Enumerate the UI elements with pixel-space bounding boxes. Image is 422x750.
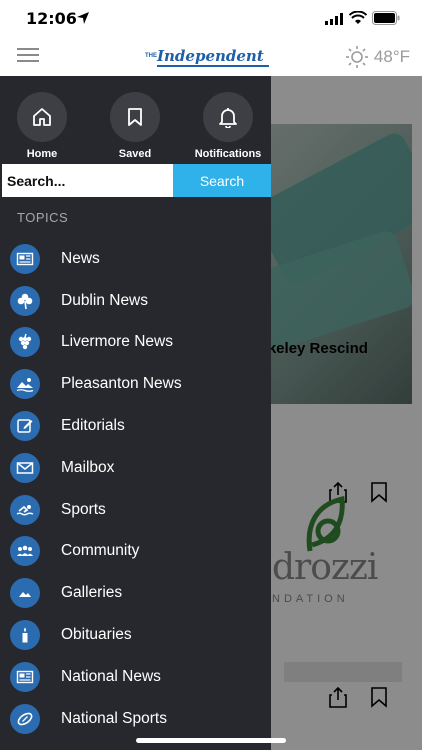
home-label: Home [26, 148, 58, 160]
topic-item-dublin-news[interactable]: Dublin News [0, 280, 271, 322]
candle-icon [22, 627, 28, 643]
signal-icon [325, 13, 343, 25]
topic-label: Galleries [61, 584, 123, 602]
bell-icon [219, 108, 237, 128]
topic-label: Sports [61, 500, 106, 518]
wifi-icon [349, 11, 367, 24]
topics-heading: TOPICS [17, 210, 69, 225]
saved-label: Saved [118, 148, 152, 160]
saved-button[interactable]: Saved [95, 92, 175, 160]
home-icon [33, 108, 51, 126]
topic-item-galleries[interactable]: Galleries [0, 572, 271, 614]
home-indicator[interactable] [136, 738, 286, 743]
navigation-drawer: Home Saved Notifications Search TOPICS N… [0, 76, 271, 750]
image-icon [19, 592, 31, 598]
location-arrow-icon [77, 12, 89, 24]
app-header: THE Independent 48°F [0, 38, 422, 76]
topic-label: National News [61, 667, 161, 685]
topic-item-editorials[interactable]: Editorials [0, 405, 271, 447]
weather-widget: 48°F [345, 46, 410, 68]
newspaper-icon [16, 670, 34, 684]
topic-label: Livermore News [61, 333, 173, 351]
landscape-icon [16, 378, 34, 393]
search-input[interactable] [2, 164, 173, 197]
grapes-icon [18, 334, 32, 350]
topic-item-pleasanton-news[interactable]: Pleasanton News [0, 363, 271, 405]
topic-item-national-news[interactable]: National News [0, 656, 271, 698]
topic-item-mailbox[interactable]: Mailbox [0, 447, 271, 489]
search-button[interactable]: Search [173, 164, 271, 197]
topic-label: Community [61, 542, 140, 560]
hamburger-menu-icon[interactable] [17, 48, 39, 64]
bookmark-icon [128, 108, 142, 126]
topics-list: News Dublin News Livermore News Pleasant… [0, 238, 271, 740]
sun-icon [345, 46, 368, 68]
topic-item-livermore-news[interactable]: Livermore News [0, 322, 271, 364]
logo-name: Independent [157, 47, 264, 65]
notifications-label: Notifications [194, 148, 262, 160]
swimmer-icon [16, 504, 34, 516]
topic-item-sports[interactable]: Sports [0, 489, 271, 531]
topic-item-obituaries[interactable]: Obituaries [0, 614, 271, 656]
edit-icon [17, 419, 33, 433]
topic-label: Obituaries [61, 626, 132, 644]
logo-prefix: THE [145, 53, 157, 59]
shamrock-icon [17, 293, 33, 309]
weather-temp: 48°F [373, 47, 410, 66]
status-bar: 12:06 [0, 0, 422, 38]
quick-actions: Home Saved Notifications [0, 92, 271, 172]
envelope-icon [16, 462, 34, 474]
topic-label: Editorials [61, 417, 125, 435]
topic-label: News [61, 249, 100, 267]
topic-label: Pleasanton News [61, 375, 182, 393]
topic-item-community[interactable]: Community [0, 531, 271, 573]
home-button[interactable]: Home [2, 92, 82, 160]
topic-label: Mailbox [61, 458, 115, 476]
topic-item-national-sports[interactable]: National Sports [0, 698, 271, 740]
app-screen: 12:06 THE Independent 48°F rkeley Rescin… [0, 0, 422, 750]
status-time: 12:06 [26, 9, 77, 28]
football-icon [17, 712, 33, 725]
newspaper-icon [16, 252, 34, 266]
topic-item-news[interactable]: News [0, 238, 271, 280]
notifications-button[interactable]: Notifications [188, 92, 268, 160]
app-logo: THE Independent [145, 46, 271, 68]
search-bar: Search [2, 164, 271, 197]
topic-label: Dublin News [61, 291, 149, 309]
topic-label: National Sports [61, 709, 167, 727]
people-icon [17, 546, 33, 557]
battery-icon [372, 11, 400, 25]
